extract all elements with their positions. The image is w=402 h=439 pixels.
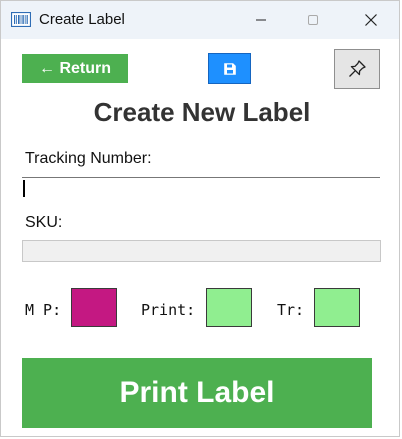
text-caret <box>23 180 25 197</box>
mp-status-indicator <box>71 288 117 327</box>
print-status-label: Print: <box>141 301 196 319</box>
close-icon <box>365 14 377 26</box>
mp-status-label: M P: <box>25 301 62 319</box>
minimize-button[interactable] <box>237 1 285 39</box>
window-title: Create Label <box>39 11 125 28</box>
maximize-icon <box>308 15 318 25</box>
save-button[interactable] <box>208 53 251 84</box>
tracking-number-label: Tracking Number: <box>25 150 152 167</box>
return-button[interactable]: ← Return <box>22 54 128 83</box>
maximize-button[interactable] <box>289 1 337 39</box>
pin-icon <box>349 60 366 77</box>
print-label-button[interactable]: Print Label <box>22 358 372 428</box>
sku-input[interactable] <box>22 240 381 262</box>
page-title: Create New Label <box>93 97 311 127</box>
tr-status-indicator <box>314 288 360 327</box>
save-icon <box>223 62 236 75</box>
create-label-window: Create Label ← Return Create New Label T… <box>0 0 400 437</box>
minimize-icon <box>256 19 266 21</box>
pin-button[interactable] <box>334 49 380 89</box>
print-status-indicator <box>206 288 252 327</box>
tr-status-label: Tr: <box>277 301 305 319</box>
barcode-icon <box>10 11 32 28</box>
sku-label: SKU: <box>25 214 63 231</box>
close-button[interactable] <box>347 1 395 39</box>
title-bar: Create Label <box>1 1 399 39</box>
tracking-number-input[interactable] <box>22 177 380 198</box>
